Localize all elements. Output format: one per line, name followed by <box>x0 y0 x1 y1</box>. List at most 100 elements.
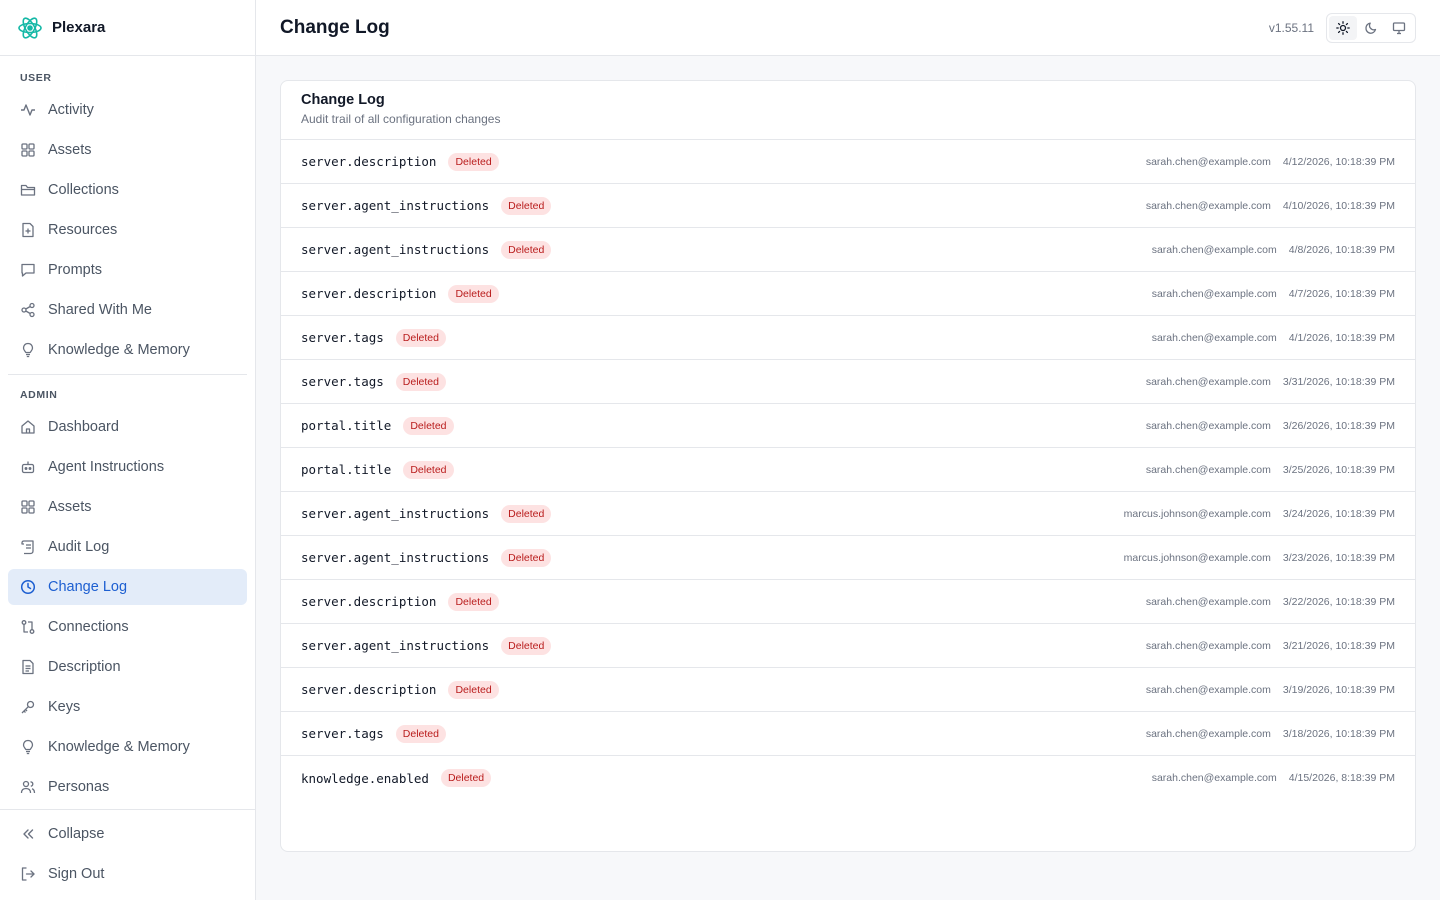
sidebar-item-label: Activity <box>48 102 94 118</box>
table-row[interactable]: server.description Deleted sarah.chen@exam… <box>281 140 1415 184</box>
timestamp: 3/23/2026, 10:18:39 PM <box>1282 551 1395 564</box>
user-email: sarah.chen@example.com <box>1145 199 1271 212</box>
home-icon <box>20 419 36 435</box>
config-key: server.description <box>301 682 437 697</box>
timestamp: 4/1/2026, 10:18:39 PM <box>1288 331 1395 344</box>
brand[interactable]: Plexara <box>0 0 255 56</box>
table-row[interactable]: server.description Deleted sarah.chen@exam… <box>281 668 1415 712</box>
sidebar-item-admin-assets[interactable]: Assets <box>8 489 247 525</box>
config-key: server.description <box>301 286 437 301</box>
sidebar-item-label: Assets <box>48 499 92 515</box>
sidebar-item-label: Knowledge & Memory <box>48 342 190 358</box>
table-row[interactable]: portal.title Deleted sarah.chen@example.co… <box>281 448 1415 492</box>
document-icon <box>20 659 36 675</box>
sidebar-item-shared-with-me[interactable]: Shared With Me <box>8 292 247 328</box>
brand-name: Plexara <box>52 19 106 36</box>
user-email: sarah.chen@example.com <box>1145 727 1271 740</box>
sidebar-item-assets[interactable]: Assets <box>8 132 247 168</box>
timestamp: 3/18/2026, 10:18:39 PM <box>1282 727 1395 740</box>
config-key: server.agent_instructions <box>301 550 490 565</box>
status-badge: Deleted <box>501 196 552 215</box>
collapse-button[interactable]: Collapse <box>8 816 247 852</box>
sidebar-item-connections[interactable]: Connections <box>8 609 247 645</box>
table-row[interactable]: server.agent_instructions Deleted sarah.ch… <box>281 624 1415 668</box>
sidebar-footer: Collapse Sign Out <box>0 809 255 900</box>
sun-icon[interactable] <box>1329 15 1357 40</box>
config-key: server.agent_instructions <box>301 638 490 653</box>
table-row[interactable]: server.description Deleted sarah.chen@exam… <box>281 272 1415 316</box>
status-badge: Deleted <box>403 416 454 435</box>
sidebar-item-label: Description <box>48 659 121 675</box>
section-label-admin: ADMIN <box>20 389 58 401</box>
config-key: portal.title <box>301 462 392 477</box>
sidebar-item-label: Connections <box>48 619 129 635</box>
timestamp: 3/21/2026, 10:18:39 PM <box>1282 639 1395 652</box>
sidebar-item-admin-knowledge-memory[interactable]: Knowledge & Memory <box>8 729 247 765</box>
sidebar-item-label: Change Log <box>48 579 128 595</box>
config-key: server.tags <box>301 374 384 389</box>
user-email: sarah.chen@example.com <box>1151 243 1277 256</box>
table-row[interactable]: server.description Deleted sarah.chen@exam… <box>281 580 1415 624</box>
page-title: Change Log <box>280 16 390 38</box>
config-key: server.tags <box>301 330 384 345</box>
user-email: sarah.chen@example.com <box>1151 287 1277 300</box>
monitor-icon[interactable] <box>1385 16 1413 40</box>
sidebar-item-collections[interactable]: Collections <box>8 172 247 208</box>
users-icon <box>20 779 36 795</box>
timestamp: 3/24/2026, 10:18:39 PM <box>1282 507 1395 520</box>
config-key: server.agent_instructions <box>301 198 490 213</box>
lightbulb-icon <box>20 342 36 358</box>
table-row[interactable]: server.agent_instructions Deleted sarah.ch… <box>281 228 1415 272</box>
user-email: sarah.chen@example.com <box>1145 639 1271 652</box>
config-key: portal.title <box>301 418 392 433</box>
divider <box>8 374 247 375</box>
grid-icon <box>20 499 36 515</box>
table-row[interactable]: server.agent_instructions Deleted sarah.ch… <box>281 184 1415 228</box>
sidebar-item-keys[interactable]: Keys <box>8 689 247 725</box>
folder-icon <box>20 182 36 198</box>
status-badge: Deleted <box>501 636 552 655</box>
table-row[interactable]: server.tags Deleted sarah.chen@example.com… <box>281 712 1415 756</box>
moon-icon[interactable] <box>1357 16 1385 40</box>
sidebar-item-activity[interactable]: Activity <box>8 92 247 128</box>
atom-logo-icon <box>16 14 44 42</box>
table-row[interactable]: server.tags Deleted sarah.chen@example.com… <box>281 316 1415 360</box>
sidebar-item-resources[interactable]: Resources <box>8 212 247 248</box>
table-row[interactable]: server.agent_instructions Deleted marcus.j… <box>281 536 1415 580</box>
card-subtitle: Audit trail of all configuration changes <box>301 112 501 126</box>
sidebar-item-knowledge-memory[interactable]: Knowledge & Memory <box>8 332 247 368</box>
user-email: sarah.chen@example.com <box>1145 155 1271 168</box>
sidebar-item-change-log[interactable]: Change Log <box>8 569 247 605</box>
sidebar-item-agent-instructions[interactable]: Agent Instructions <box>8 449 247 485</box>
user-nav: Activity Assets Collections Resources Pr… <box>0 92 255 368</box>
sidebar-item-dashboard[interactable]: Dashboard <box>8 409 247 445</box>
config-key: server.description <box>301 594 437 609</box>
sidebar-item-description[interactable]: Description <box>8 649 247 685</box>
sign-out-button[interactable]: Sign Out <box>8 856 247 892</box>
table-row[interactable]: portal.title Deleted sarah.chen@example.co… <box>281 404 1415 448</box>
sidebar-item-label: Resources <box>48 222 118 238</box>
card-title: Change Log <box>301 92 385 108</box>
timestamp: 3/31/2026, 10:18:39 PM <box>1282 375 1395 388</box>
user-email: marcus.johnson@example.com <box>1123 507 1271 520</box>
admin-nav: Dashboard Agent Instructions Assets Audi… <box>0 409 255 805</box>
user-email: sarah.chen@example.com <box>1151 331 1277 344</box>
change-list: server.description Deleted sarah.chen@exam… <box>281 140 1415 800</box>
timestamp: 4/7/2026, 10:18:39 PM <box>1288 287 1395 300</box>
config-key: server.agent_instructions <box>301 242 490 257</box>
sidebar-item-audit-log[interactable]: Audit Log <box>8 529 247 565</box>
user-email: sarah.chen@example.com <box>1145 375 1271 388</box>
sidebar-item-prompts[interactable]: Prompts <box>8 252 247 288</box>
table-row[interactable]: server.tags Deleted sarah.chen@example.com… <box>281 360 1415 404</box>
sidebar-item-personas[interactable]: Personas <box>8 769 247 805</box>
config-key: server.description <box>301 154 437 169</box>
timestamp: 3/26/2026, 10:18:39 PM <box>1282 419 1395 432</box>
sidebar-item-label: Collections <box>48 182 119 198</box>
status-badge: Deleted <box>448 284 499 303</box>
sidebar-item-label: Assets <box>48 142 92 158</box>
table-row[interactable]: knowledge.enabled Deleted sarah.chen@examp… <box>281 756 1415 800</box>
sidebar-item-label: Agent Instructions <box>48 459 165 475</box>
user-email: sarah.chen@example.com <box>1145 419 1271 432</box>
table-row[interactable]: server.agent_instructions Deleted marcus.j… <box>281 492 1415 536</box>
config-key: server.agent_instructions <box>301 506 490 521</box>
